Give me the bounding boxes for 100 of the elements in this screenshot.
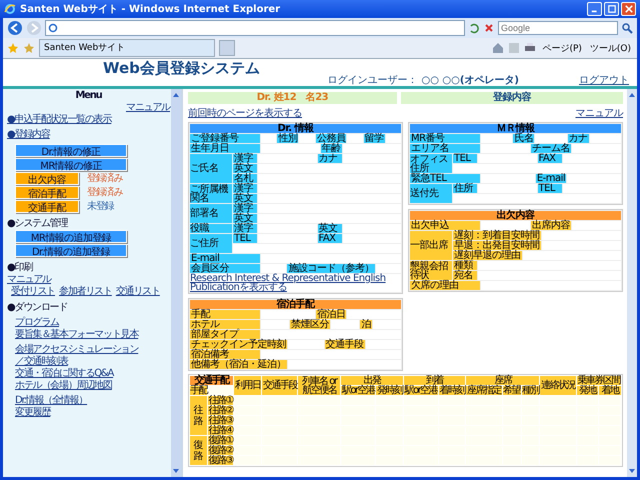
menu-link[interactable]: ●登録内容 bbox=[7, 129, 50, 140]
field-label: ご住所 bbox=[190, 234, 232, 253]
field-label: FAX bbox=[318, 234, 342, 243]
doctor-name: Dr. 姓12 名23 bbox=[188, 92, 397, 104]
publication-link[interactable]: Research Interest & Representative English Publicationを表示する bbox=[190, 274, 401, 292]
table-cell bbox=[599, 396, 621, 405]
column-header: 種別 bbox=[522, 386, 540, 395]
list-link[interactable]: 受付リスト bbox=[11, 286, 56, 297]
field-label: ご氏名 bbox=[190, 154, 232, 183]
value-cell bbox=[258, 224, 316, 233]
menu-button[interactable]: 交通手配 bbox=[15, 200, 79, 213]
field-label: ご登録番号 bbox=[190, 134, 260, 143]
search-icon[interactable] bbox=[621, 22, 633, 34]
column-header: 到着 bbox=[404, 376, 466, 385]
value-cell bbox=[478, 184, 536, 193]
field-label: 英文 bbox=[233, 164, 257, 173]
menu-button[interactable]: MR情報の修正 bbox=[15, 158, 127, 171]
menu-button[interactable]: 宿泊手配 bbox=[15, 186, 79, 199]
value-cell bbox=[562, 154, 621, 163]
refresh-icon[interactable] bbox=[468, 22, 480, 34]
download-link[interactable]: 変更履歴 bbox=[15, 407, 50, 418]
manual-link[interactable]: マニュアル bbox=[7, 274, 52, 285]
column-header: 出発 bbox=[341, 376, 403, 385]
print-icon[interactable] bbox=[524, 42, 536, 54]
field-label: 手配 bbox=[190, 310, 260, 319]
menu-button[interactable]: 出欠内容 bbox=[15, 172, 79, 185]
field-label: ホテル bbox=[190, 320, 260, 329]
value-cell bbox=[261, 134, 276, 143]
row-group-label: 往路 bbox=[190, 396, 207, 435]
search-field[interactable]: Google bbox=[498, 21, 618, 35]
download-link[interactable]: 会場アクセスシミュレーション bbox=[15, 344, 138, 355]
close-button[interactable] bbox=[621, 2, 636, 16]
list-link[interactable]: 参加者リスト bbox=[59, 286, 112, 297]
value-cell bbox=[386, 134, 401, 143]
field-label: E-mail bbox=[536, 174, 566, 183]
field-label: 部屋タイプ bbox=[190, 330, 260, 339]
field-label: 名札 bbox=[233, 174, 257, 183]
previous-page-link[interactable]: 前回時のページを表示する bbox=[188, 106, 302, 120]
table-heading: 交通手配 bbox=[190, 376, 234, 385]
field-label: 一部出席 bbox=[410, 231, 452, 260]
value-cell bbox=[208, 386, 234, 395]
field-label: FAX bbox=[538, 154, 562, 163]
column-header: 手配 bbox=[190, 386, 207, 395]
value-cell bbox=[481, 144, 530, 153]
value-cell bbox=[342, 154, 401, 163]
field-label: エリア名 bbox=[410, 144, 480, 153]
toolbar-menu[interactable]: ツール(O) bbox=[588, 42, 633, 54]
scrollbar[interactable] bbox=[171, 89, 181, 477]
section-title: 登録内容 bbox=[400, 92, 623, 104]
value-cell bbox=[331, 320, 360, 329]
menu-button[interactable]: MR情報の追加登録 bbox=[15, 230, 127, 243]
table-cell bbox=[234, 416, 262, 425]
download-link[interactable]: プログラム bbox=[15, 317, 60, 328]
maximize-button[interactable] bbox=[604, 2, 619, 16]
field-label: 英文 bbox=[233, 194, 257, 203]
back-button[interactable] bbox=[7, 20, 23, 36]
download-link[interactable]: 交通・宿泊に関するQ&A bbox=[15, 368, 114, 379]
field-label: カナ bbox=[568, 134, 589, 143]
field-label: 出席内容 bbox=[531, 221, 571, 230]
manual-link[interactable]: マニュアル bbox=[126, 102, 170, 113]
field-label: 施設コード（参考） bbox=[287, 264, 375, 273]
scroll-up-icon[interactable] bbox=[171, 91, 181, 99]
star-icon[interactable] bbox=[7, 42, 19, 54]
download-link[interactable]: ／交通時刻表 bbox=[15, 356, 68, 367]
toolbar-menu[interactable]: ページ(P) bbox=[540, 42, 584, 54]
browser-tab[interactable]: Santen Webサイト bbox=[39, 39, 215, 57]
field-label: チーム名 bbox=[531, 144, 571, 153]
field-label: MR番号 bbox=[410, 134, 480, 143]
field-label: オフィス住所 bbox=[410, 154, 452, 173]
address-field[interactable] bbox=[45, 20, 465, 36]
menu-link[interactable]: ●申込手配状況一覧の表示 bbox=[7, 114, 112, 125]
download-link[interactable]: ホテル（会場）周辺地図 bbox=[15, 380, 112, 391]
scroll-up-icon[interactable] bbox=[627, 91, 637, 99]
column-header: 座席指定 bbox=[466, 386, 502, 395]
scrollbar[interactable] bbox=[627, 89, 637, 477]
row-label: 復路① bbox=[208, 436, 234, 445]
download-link[interactable]: 要旨集＆基本フォーマット見本 bbox=[15, 329, 138, 340]
value-cell bbox=[481, 221, 530, 230]
menu-button[interactable]: Dr.情報の修正 bbox=[15, 144, 127, 157]
table-cell bbox=[502, 456, 521, 465]
row-label: 復路② bbox=[208, 446, 234, 455]
field-label: 他備考（宿泊・延泊） bbox=[190, 360, 287, 369]
download-link[interactable]: Dr.情報（全情報） bbox=[15, 395, 88, 406]
table-cell bbox=[298, 396, 340, 405]
table-cell bbox=[234, 426, 262, 435]
table-cell bbox=[376, 456, 403, 465]
logout-link[interactable]: ログアウト bbox=[579, 72, 629, 86]
home-icon[interactable] bbox=[492, 42, 504, 54]
stop-icon[interactable] bbox=[483, 22, 495, 34]
manual-link[interactable]: マニュアル bbox=[576, 106, 623, 120]
column-header: 駅or空港 bbox=[404, 386, 438, 395]
column-header: 着地 bbox=[599, 386, 621, 395]
scroll-down-icon[interactable] bbox=[627, 467, 637, 475]
minimize-button[interactable] bbox=[587, 2, 602, 16]
menu-button[interactable]: Dr.情報の追加登録 bbox=[15, 244, 127, 257]
table-heading: 宿泊手配 bbox=[190, 300, 401, 309]
value-cell bbox=[342, 144, 401, 153]
list-link[interactable]: 交通リスト bbox=[116, 286, 160, 297]
field-label: 生年月日 bbox=[190, 144, 260, 153]
scroll-down-icon[interactable] bbox=[171, 467, 181, 475]
